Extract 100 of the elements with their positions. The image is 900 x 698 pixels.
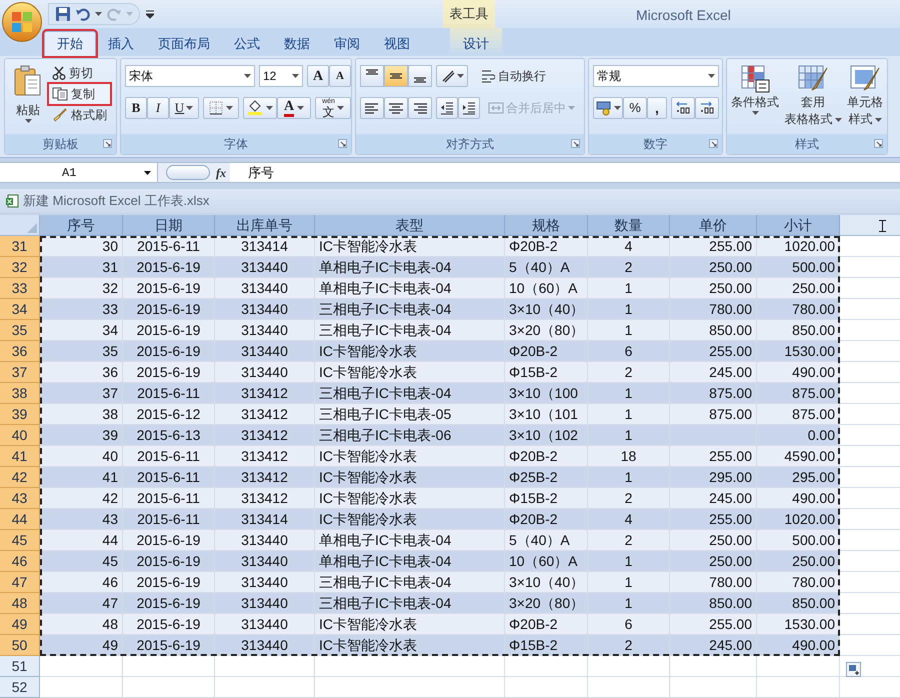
ribbon-tab[interactable]: 数据: [272, 31, 322, 56]
column-header[interactable]: 日期: [123, 215, 215, 236]
formula-bar-handle[interactable]: [166, 165, 210, 180]
row-header[interactable]: 52: [0, 677, 40, 698]
comma-button[interactable]: ,: [647, 97, 667, 119]
ribbon-tab[interactable]: 公式: [222, 31, 272, 56]
column-header[interactable]: 规格: [505, 215, 588, 236]
ribbon-tab[interactable]: 插入: [96, 31, 146, 56]
caret-icon: [456, 74, 464, 78]
wrap-text-icon: [481, 69, 495, 83]
row-header[interactable]: 38: [0, 383, 40, 404]
font-size-field[interactable]: 12: [259, 65, 303, 87]
row-header[interactable]: 37: [0, 362, 40, 383]
number-format-field[interactable]: 常规: [593, 65, 719, 87]
row-header[interactable]: 41: [0, 446, 40, 467]
horizontal-align-button[interactable]: [384, 97, 408, 119]
wrap-text-button[interactable]: 自动换行: [478, 65, 549, 87]
paste-button[interactable]: 粘贴: [9, 63, 47, 134]
clipboard-button[interactable]: 剪切: [49, 63, 110, 83]
insert-function-button[interactable]: fx: [216, 164, 226, 182]
formula-field[interactable]: 序号: [248, 162, 274, 182]
row-header[interactable]: 42: [0, 467, 40, 488]
column-header[interactable]: 单价: [670, 215, 757, 236]
style-button[interactable]: 单元格 样式: [847, 63, 883, 134]
horizontal-align-button[interactable]: [360, 97, 384, 119]
dialog-launcher-icon[interactable]: [103, 139, 112, 148]
dialog-launcher-icon[interactable]: [571, 139, 580, 148]
vertical-align-button[interactable]: [360, 65, 384, 87]
font-name-field[interactable]: 宋体: [125, 65, 255, 87]
dialog-launcher-icon[interactable]: [338, 139, 347, 148]
caret-icon: [336, 106, 344, 110]
fill-color-button[interactable]: [243, 97, 277, 119]
caret-icon: [95, 12, 102, 16]
angled-text-icon: [440, 69, 454, 83]
vertical-align-button[interactable]: [408, 65, 432, 87]
caret-icon: [752, 111, 758, 115]
ribbon-tab[interactable]: 审阅: [322, 31, 372, 56]
row-header[interactable]: 35: [0, 320, 40, 341]
row-header[interactable]: 39: [0, 404, 40, 425]
caret-icon: [126, 12, 133, 16]
row-header[interactable]: 33: [0, 278, 40, 299]
column-header[interactable]: 小计: [757, 215, 840, 236]
decimal-places-icon: [699, 101, 715, 115]
row-header[interactable]: 46: [0, 551, 40, 572]
decimal-button[interactable]: [671, 97, 695, 119]
italic-button[interactable]: I: [147, 97, 169, 119]
ribbon-tab[interactable]: 视图: [372, 31, 422, 56]
row-header[interactable]: 40: [0, 425, 40, 446]
percent-button[interactable]: %: [623, 97, 647, 119]
row-header[interactable]: 43: [0, 488, 40, 509]
border-button[interactable]: [203, 97, 239, 119]
row-header[interactable]: 32: [0, 257, 40, 278]
row-header[interactable]: 31: [0, 236, 40, 257]
horizontal-align-button[interactable]: [408, 97, 432, 119]
row-header[interactable]: 34: [0, 299, 40, 320]
style-button[interactable]: 条件格式: [731, 63, 779, 134]
column-header[interactable]: 出库单号: [215, 215, 315, 236]
row-header[interactable]: 49: [0, 614, 40, 635]
save-icon[interactable]: [55, 6, 71, 22]
row-header[interactable]: 48: [0, 593, 40, 614]
undo-icon[interactable]: [75, 6, 91, 22]
corner-triangle-icon: [27, 223, 37, 233]
customize-toolbar-icon[interactable]: [146, 9, 154, 19]
clipboard-icon: [13, 65, 43, 97]
grow-font-button[interactable]: A: [307, 65, 329, 87]
dialog-launcher-icon[interactable]: [874, 139, 883, 148]
row-header[interactable]: 50: [0, 635, 40, 656]
indent-button[interactable]: [458, 97, 480, 119]
align-left-icon: [364, 102, 380, 114]
ribbon-tab[interactable]: 页面布局: [146, 31, 222, 56]
row-header[interactable]: 44: [0, 509, 40, 530]
ribbon-tab[interactable]: 开始: [44, 30, 96, 56]
conditional-format-icon: [739, 64, 771, 94]
vertical-align-button[interactable]: [384, 65, 408, 87]
currency-button[interactable]: [593, 97, 623, 119]
group-label: 数字: [644, 136, 668, 153]
clipboard-button[interactable]: 复制: [49, 84, 110, 104]
row-header[interactable]: 51: [0, 656, 40, 677]
row-header[interactable]: 36: [0, 341, 40, 362]
indent-button[interactable]: [436, 97, 458, 119]
row-header[interactable]: 47: [0, 572, 40, 593]
orientation-button[interactable]: [436, 65, 468, 87]
workbook-title: 新建 Microsoft Excel 工作表.xlsx: [23, 192, 210, 210]
column-header[interactable]: 序号: [40, 215, 123, 236]
bold-button[interactable]: B: [125, 97, 147, 119]
column-header[interactable]: 数量: [588, 215, 670, 236]
clipboard-button[interactable]: 格式刷: [49, 105, 110, 125]
style-button[interactable]: 套用 表格格式: [784, 63, 842, 134]
shrink-font-button[interactable]: A: [329, 65, 351, 87]
column-header[interactable]: 表型: [315, 215, 505, 236]
merge-icon: [488, 101, 504, 115]
row-header[interactable]: 45: [0, 530, 40, 551]
paste-options-icon[interactable]: [846, 662, 861, 677]
decimal-button[interactable]: [695, 97, 719, 119]
underline-button[interactable]: U: [169, 97, 199, 119]
caret-icon: [568, 106, 575, 110]
style-label: 样式: [848, 111, 882, 128]
contextual-tab-group: 表工具: [443, 0, 495, 28]
dialog-launcher-icon[interactable]: [709, 139, 718, 148]
font-color-button[interactable]: A: [277, 97, 311, 119]
